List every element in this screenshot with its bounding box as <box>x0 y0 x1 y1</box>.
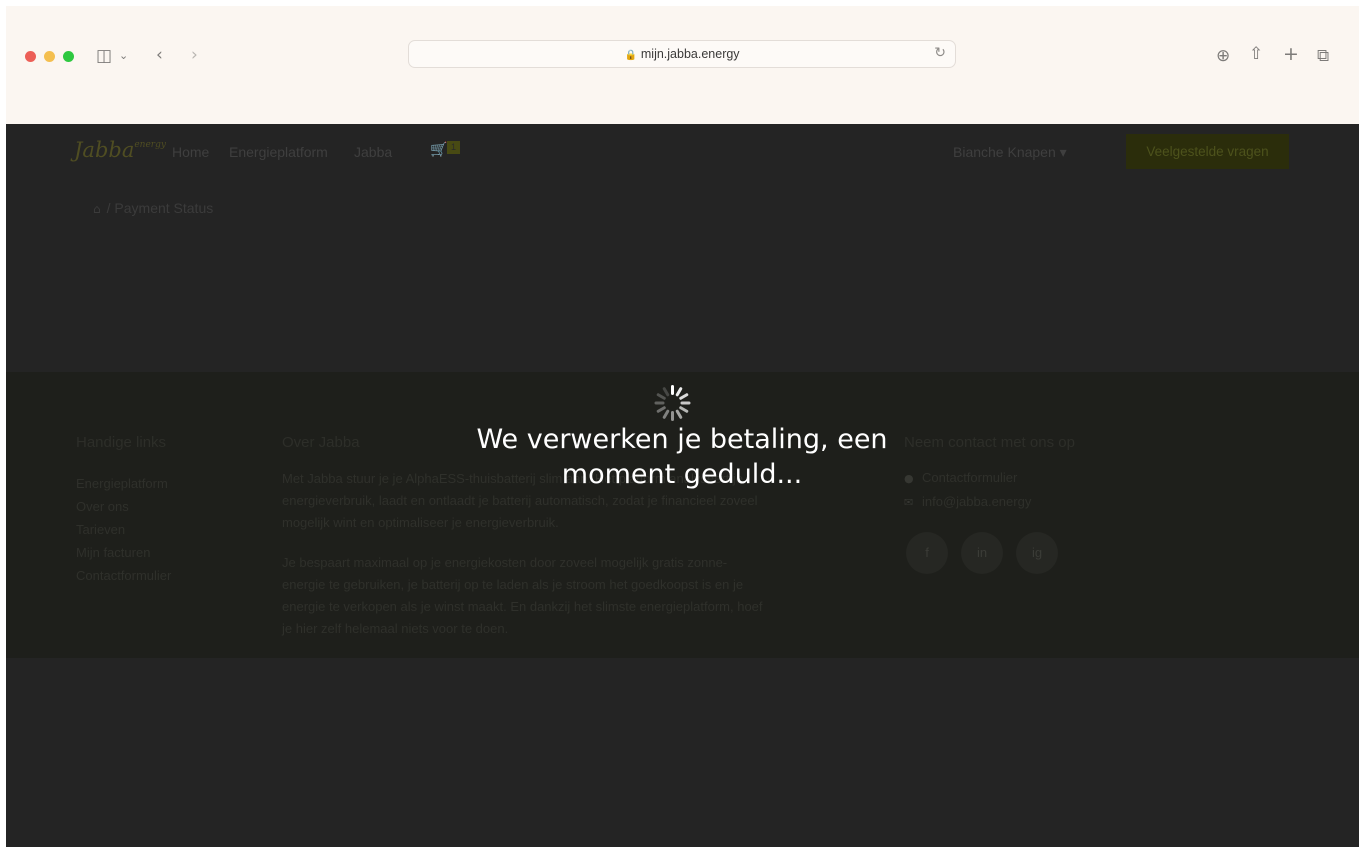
home-icon[interactable]: ⌂ <box>93 202 101 216</box>
faq-button[interactable]: Veelgestelde vragen <box>1126 134 1289 169</box>
nav-energieplatform-link[interactable]: Energieplatform <box>229 144 328 160</box>
linkedin-icon[interactable]: in <box>961 532 1003 574</box>
minimize-window-button[interactable] <box>44 51 55 62</box>
loading-spinner-icon <box>654 385 691 421</box>
facebook-icon[interactable]: f <box>906 532 948 574</box>
footer-about-title: Over Jabba <box>282 434 360 451</box>
zoom-window-button[interactable] <box>63 51 74 62</box>
chevron-down-icon[interactable]: ⌄ <box>119 46 128 66</box>
user-menu[interactable]: Bianche Knapen ▾ <box>953 144 1067 161</box>
lock-icon: 🔒 <box>624 50 637 61</box>
window-controls <box>25 51 74 62</box>
footer-link[interactable]: Over ons <box>76 495 171 518</box>
close-window-button[interactable] <box>25 51 36 62</box>
breadcrumb-current: Payment Status <box>114 200 214 216</box>
address-bar[interactable]: 🔒 mijn.jabba.energy ↻ <box>408 40 956 68</box>
cart-count-badge: 1 <box>447 141 460 154</box>
cart-icon[interactable]: 🛒 <box>430 142 447 158</box>
new-tab-icon[interactable]: + <box>1283 44 1299 64</box>
forward-arrow-icon[interactable]: › <box>191 45 198 65</box>
download-icon[interactable]: ⊕ <box>1216 46 1230 66</box>
envelope-icon: ✉ <box>904 496 914 509</box>
footer-link[interactable]: Energieplatform <box>76 472 171 495</box>
footer-contact-title: Neem contact met ons op <box>904 434 1075 451</box>
nav-home-link[interactable]: Home <box>172 144 209 160</box>
footer-link[interactable]: Mijn facturen <box>76 541 171 564</box>
chat-icon: ● <box>904 472 914 485</box>
reload-icon[interactable]: ↻ <box>934 45 946 61</box>
back-arrow-icon[interactable]: ‹ <box>156 45 163 65</box>
nav-jabba-link[interactable]: Jabba <box>354 144 392 160</box>
footer-contact-email[interactable]: ✉ info@jabba.energy <box>904 494 1031 509</box>
footer-links-title: Handige links <box>76 434 167 451</box>
footer-link[interactable]: Contactformulier <box>76 564 171 587</box>
url-text: mijn.jabba.energy <box>640 47 740 61</box>
footer-about-text-2: Je bespaart maximaal op je energiekosten… <box>282 555 763 636</box>
tab-overview-icon[interactable]: ⧉ <box>1317 46 1329 66</box>
footer-links-list: Energieplatform Over ons Tarieven Mijn f… <box>76 472 171 587</box>
footer-contact-form[interactable]: ● Contactformulier <box>904 470 1017 485</box>
breadcrumb: ⌂ / Payment Status <box>93 200 214 216</box>
loading-message: We verwerken je betaling, een moment ged… <box>476 424 888 490</box>
footer-link[interactable]: Tarieven <box>76 518 171 541</box>
share-icon[interactable]: ⇧ <box>1249 44 1263 64</box>
sidebar-toggle-icon[interactable]: ◫ <box>96 46 112 66</box>
instagram-icon[interactable]: ig <box>1016 532 1058 574</box>
browser-toolbar: ◫ ⌄ ‹ › 🔒 mijn.jabba.energy ↻ ⊕ ⇧ + ⧉ <box>6 6 1359 124</box>
caret-down-icon: ▾ <box>1059 144 1067 160</box>
jabba-logo[interactable]: Jabbaenergy <box>74 138 166 162</box>
